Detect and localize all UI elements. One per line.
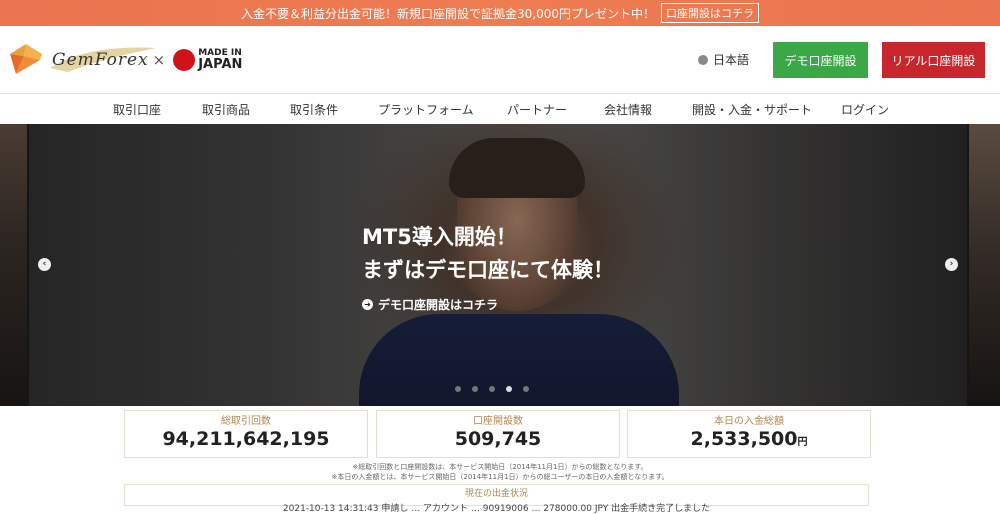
nav-trading-conditions[interactable]: 取引条件	[290, 101, 338, 118]
stat-accounts-opened: 口座開設数 509,745	[376, 410, 620, 458]
demo-account-button[interactable]: デモ口座開設	[773, 42, 868, 78]
gem-logo-icon	[6, 40, 46, 80]
stat-trades-label: 総取引回数	[221, 416, 271, 427]
stat-deposit-value: 2,533,500円	[690, 428, 808, 450]
promo-banner: 入金不要＆利益分出金可能！新規口座開設で証拠金30,000円プレゼント中！ 口座…	[0, 0, 1000, 26]
language-selector[interactable]: 日本語	[698, 51, 749, 68]
nav-platform[interactable]: プラットフォーム	[378, 101, 474, 118]
hero-link-label: デモ口座開設はコチラ	[378, 298, 499, 312]
carousel-prev-icon[interactable]: ‹	[38, 258, 51, 271]
next-slide-preview[interactable]	[969, 124, 1000, 406]
hero-title-line2: まずはデモ口座にて体験！	[362, 258, 614, 282]
hero-carousel: MT5導入開始！ まずはデモ口座にて体験！ ➜ デモ口座開設はコチラ ‹ ›	[0, 124, 1000, 406]
prev-slide-preview[interactable]	[0, 124, 27, 406]
stat-total-trades: 総取引回数 94,211,642,195	[124, 410, 368, 458]
globe-icon	[698, 54, 708, 65]
withdrawal-title: 現在の出金状況	[464, 489, 528, 499]
stat-accounts-label: 口座開設数	[473, 416, 523, 427]
japan-flag-icon	[173, 49, 196, 71]
note-line2: ※本日の入金額とは、本サービス開始日（2014年11月1日）からの総ユーザーの本…	[331, 473, 669, 481]
main-nav: 取引口座 取引商品 取引条件 プラットフォーム パートナー 会社情報 開設・入金…	[0, 94, 1000, 124]
nav-company[interactable]: 会社情報	[604, 101, 652, 118]
hero-title-line1: MT5導入開始！	[362, 225, 517, 249]
carousel-dot[interactable]	[489, 386, 495, 392]
withdrawal-status: 現在の出金状況 2021-10-13 14:31:43 申請し … アカウント …	[124, 484, 869, 514]
note-line1: ※総取引回数と口座開設数は、本サービス開始日（2014年11月1日）からの総数と…	[352, 463, 648, 471]
carousel-dot[interactable]	[506, 386, 512, 392]
carousel-dot[interactable]	[472, 386, 478, 392]
made-in-japan-badge: MADE IN JAPAN	[173, 49, 242, 71]
hero-demo-link[interactable]: ➜ デモ口座開設はコチラ	[362, 296, 498, 313]
carousel-dot[interactable]	[523, 386, 529, 392]
mij-line2: JAPAN	[198, 57, 243, 72]
stat-deposit-label: 本日の入金総額	[714, 416, 784, 427]
carousel-dots	[455, 386, 529, 392]
site-header: GemForex × MADE IN JAPAN 日本語 デモ口座開設 リアル口…	[0, 26, 1000, 94]
carousel-next-icon[interactable]: ›	[945, 258, 958, 271]
stat-accounts-value: 509,745	[454, 428, 542, 450]
carousel-dot[interactable]	[455, 386, 461, 392]
nav-partner[interactable]: パートナー	[507, 101, 567, 118]
language-label: 日本語	[713, 53, 750, 67]
stat-deposit-unit: 円	[797, 437, 808, 448]
nav-login[interactable]: ログイン	[841, 101, 889, 118]
nav-support[interactable]: 開設・入金・サポート	[692, 101, 812, 118]
promo-text: 入金不要＆利益分出金可能！新規口座開設で証拠金30,000円プレゼント中！	[241, 6, 655, 21]
arrow-circle-icon: ➜	[362, 299, 373, 310]
withdrawal-row: 2021-10-13 14:31:43 申請し … アカウント … 909190…	[282, 504, 711, 514]
gemforex-logo[interactable]: GemForex × MADE IN JAPAN	[6, 40, 242, 80]
logo-wordmark: GemForex	[50, 47, 156, 72]
stat-today-deposits: 本日の入金総額 2,533,500円	[627, 410, 871, 458]
real-account-button[interactable]: リアル口座開設	[882, 42, 985, 78]
nav-trading-accounts[interactable]: 取引口座	[113, 101, 161, 118]
stats-notes: ※総取引回数と口座開設数は、本サービス開始日（2014年11月1日）からの総数と…	[0, 462, 1000, 482]
stat-trades-value: 94,211,642,195	[162, 428, 330, 450]
hero-title: MT5導入開始！ まずはデモ口座にて体験！	[362, 221, 614, 287]
open-account-link[interactable]: 口座開設はコチラ	[661, 3, 759, 23]
nav-trading-products[interactable]: 取引商品	[202, 101, 250, 118]
